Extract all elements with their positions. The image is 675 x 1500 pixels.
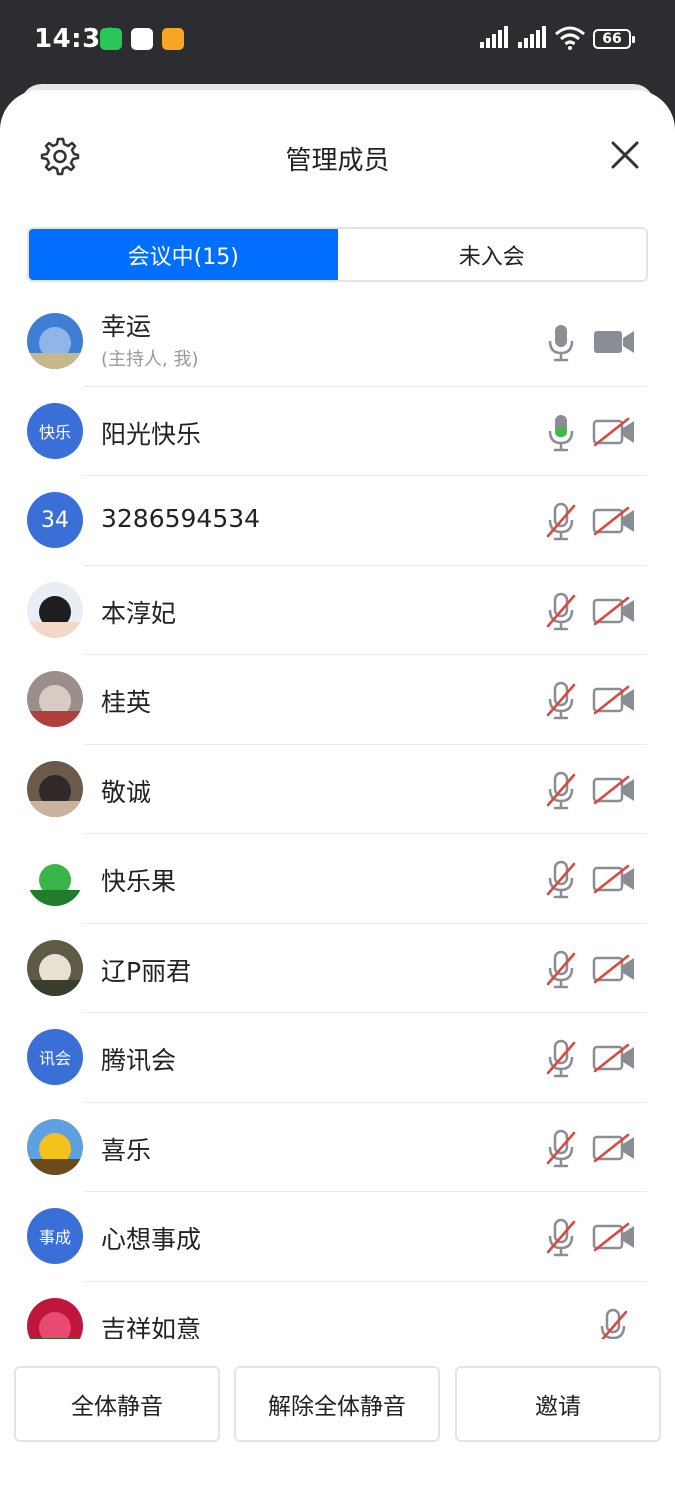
invite-button[interactable]: 邀请: [455, 1366, 661, 1442]
member-row[interactable]: 本淳妃: [0, 566, 675, 655]
member-row[interactable]: 事成 心想事成: [0, 1192, 675, 1282]
close-icon[interactable]: [608, 138, 642, 172]
avatar[interactable]: [27, 581, 83, 638]
member-name: 本淳妃: [101, 598, 177, 628]
camera-off-icon[interactable]: [592, 1133, 636, 1163]
camera-off-icon[interactable]: [592, 596, 636, 626]
avatar[interactable]: [27, 1297, 83, 1339]
mic-muted-icon[interactable]: [544, 592, 578, 632]
member-row[interactable]: 34 3286594534: [0, 476, 675, 566]
camera-icon[interactable]: [592, 327, 636, 357]
member-list[interactable]: 幸运 (主持人, 我) 快乐 阳光快乐 34 3286594534 本淳妃桂英敬诚快乐果辽P…: [0, 297, 675, 1339]
member-row[interactable]: 快乐果: [0, 834, 675, 924]
mic-muted-icon[interactable]: [596, 1308, 630, 1339]
member-name: 桂英: [101, 688, 152, 717]
member-name: 吉祥如意: [101, 1314, 202, 1340]
battery-icon: 66: [593, 29, 635, 49]
mic-muted-icon[interactable]: [544, 681, 578, 721]
camera-off-icon[interactable]: [592, 775, 636, 805]
avatar[interactable]: [27, 939, 83, 996]
mic-muted-icon[interactable]: [544, 1039, 578, 1079]
wifi-icon: [555, 26, 585, 50]
member-name: 3286594534: [101, 504, 261, 533]
signal-icon: [480, 26, 508, 48]
qq-icon: [131, 28, 153, 50]
camera-off-icon[interactable]: [592, 417, 636, 447]
signal-icon-2: [518, 26, 546, 48]
member-row[interactable]: 讯会 腾讯会: [0, 1013, 675, 1103]
tab-not-joined[interactable]: 未入会: [337, 229, 646, 280]
member-row[interactable]: 桂英: [0, 655, 675, 745]
avatar[interactable]: 事成: [27, 1208, 83, 1264]
member-row[interactable]: 喜乐: [0, 1103, 675, 1192]
avatar[interactable]: 34: [27, 492, 83, 548]
member-row[interactable]: 幸运 (主持人, 我): [0, 297, 675, 387]
avatar[interactable]: [27, 313, 83, 369]
avatar[interactable]: [27, 760, 83, 817]
member-row[interactable]: 吉祥如意: [0, 1282, 675, 1340]
page-title: 管理成员: [285, 146, 390, 176]
mic-icon[interactable]: [544, 413, 578, 453]
sheet-header: 管理成员: [0, 90, 675, 210]
unmute-all-button[interactable]: 解除全体静音: [234, 1366, 440, 1442]
member-row[interactable]: 敬诚: [0, 745, 675, 834]
message-app-icon: [162, 28, 184, 50]
tab-in-meeting[interactable]: 会议中(15): [29, 229, 338, 280]
member-role: (主持人, 我): [101, 349, 199, 370]
member-name: 敬诚: [101, 777, 152, 807]
member-name: 腾讯会: [101, 1046, 177, 1075]
avatar[interactable]: [27, 1118, 83, 1175]
avatar[interactable]: [27, 671, 83, 727]
avatar[interactable]: 快乐: [27, 402, 83, 459]
camera-off-icon[interactable]: [592, 954, 636, 984]
avatar[interactable]: [27, 850, 83, 906]
manage-members-sheet: 管理成员 会议中(15) 未入会 幸运 (主持人, 我) 快乐 阳光快乐 34 32865…: [0, 90, 675, 1500]
member-name: 喜乐: [101, 1135, 152, 1165]
mic-muted-icon[interactable]: [544, 1218, 578, 1258]
camera-off-icon[interactable]: [592, 685, 636, 715]
member-row[interactable]: 快乐 阳光快乐: [0, 387, 675, 476]
camera-off-icon[interactable]: [592, 864, 636, 894]
mic-muted-icon[interactable]: [544, 771, 578, 811]
camera-off-icon[interactable]: [592, 506, 636, 536]
camera-off-icon[interactable]: [592, 1043, 636, 1073]
mic-muted-icon[interactable]: [544, 860, 578, 900]
status-bar: 14:38 66: [0, 0, 675, 84]
member-name: 快乐果: [101, 867, 177, 896]
mic-icon[interactable]: [544, 323, 578, 363]
wechat-icon: [100, 28, 122, 50]
member-name: 心想事成: [101, 1225, 202, 1254]
member-tabs: 会议中(15) 未入会: [27, 227, 648, 282]
mute-all-button[interactable]: 全体静音: [14, 1366, 220, 1442]
member-row[interactable]: 辽P丽君: [0, 924, 675, 1013]
avatar[interactable]: 讯会: [27, 1029, 83, 1085]
member-name: 幸运: [101, 312, 152, 341]
mic-muted-icon[interactable]: [544, 1129, 578, 1169]
camera-off-icon[interactable]: [592, 1222, 636, 1252]
bottom-action-bar: 全体静音 解除全体静音 邀请: [0, 1366, 675, 1446]
mic-muted-icon[interactable]: [544, 950, 578, 990]
member-name: 辽P丽君: [101, 956, 192, 986]
member-name: 阳光快乐: [101, 419, 202, 449]
mic-muted-icon[interactable]: [544, 502, 578, 542]
